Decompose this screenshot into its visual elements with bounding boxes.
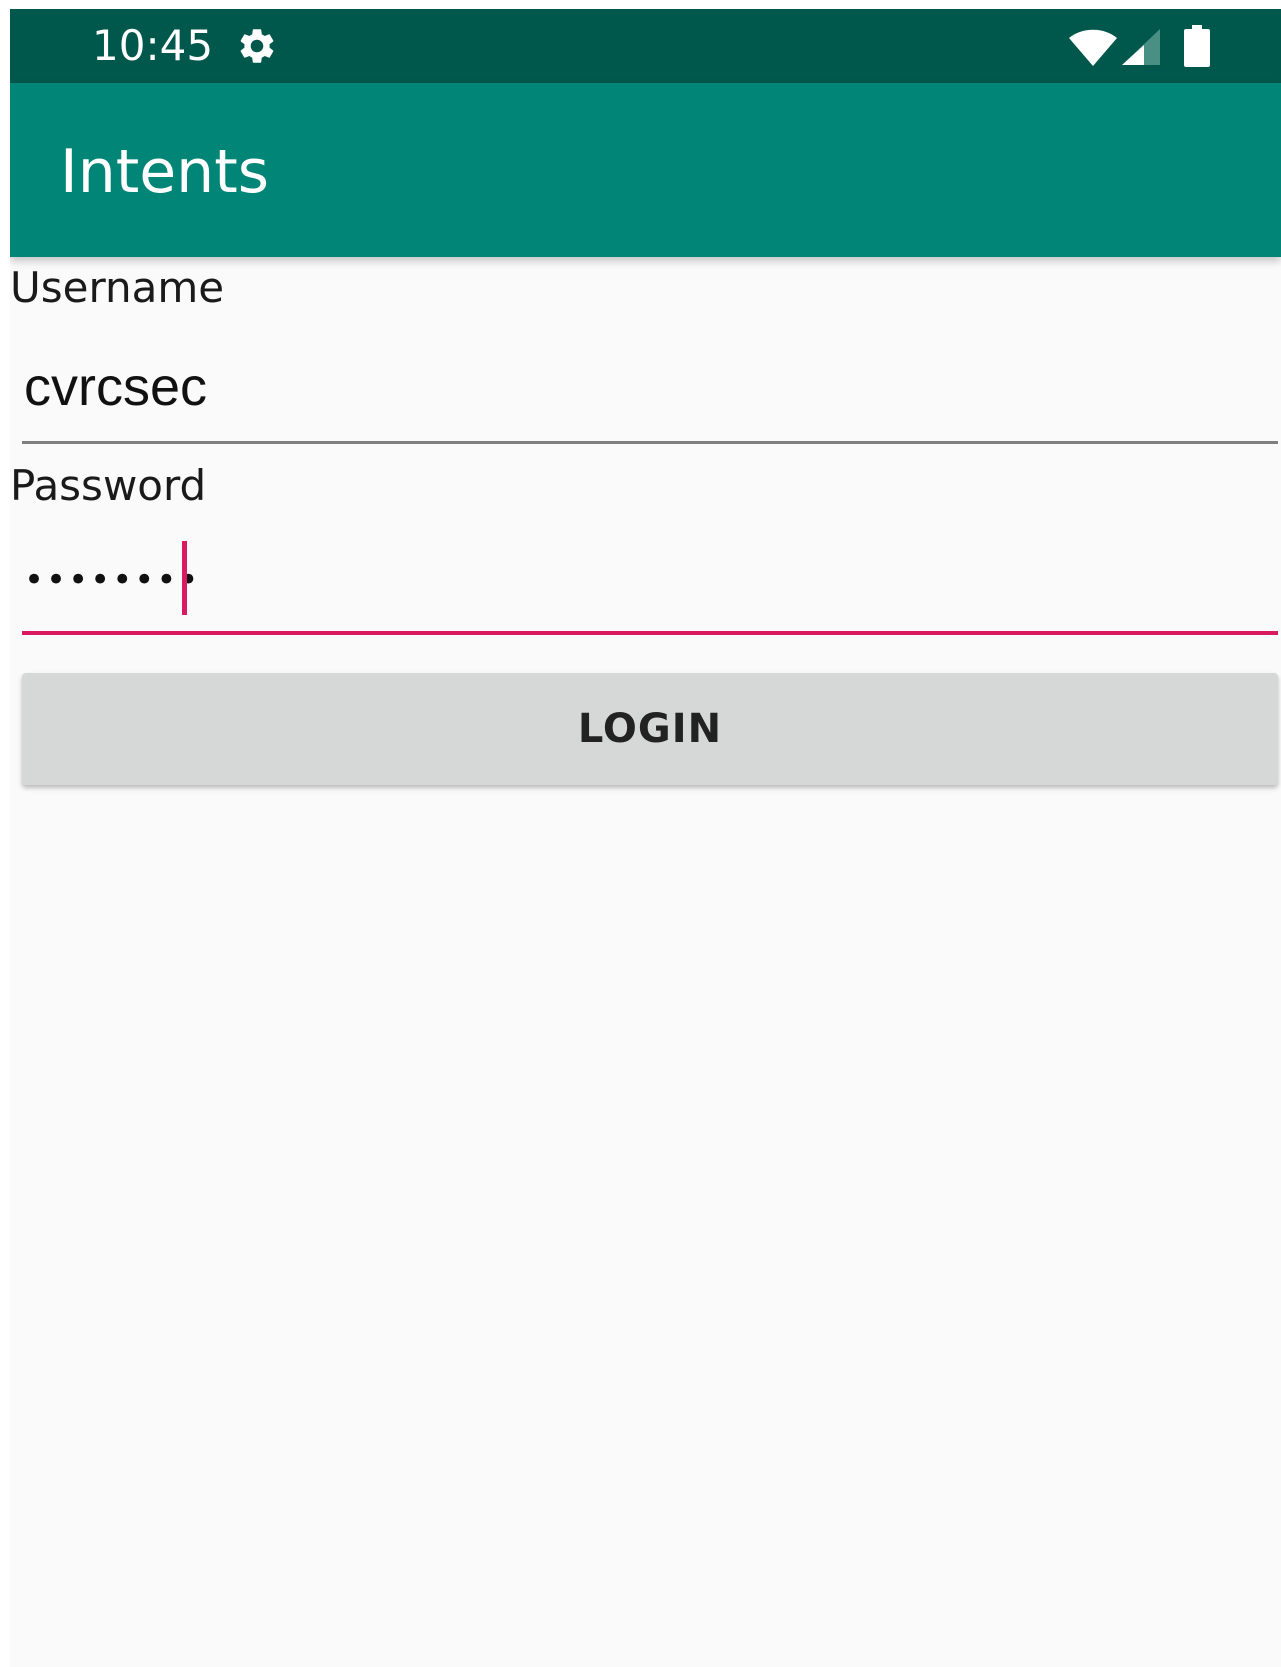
- login-button-label: LOGIN: [577, 706, 723, 752]
- username-value: cvrcsec: [24, 357, 208, 417]
- password-value: ••••••••: [24, 560, 201, 600]
- username-field[interactable]: cvrcsec: [22, 349, 1278, 444]
- app-title: Intents: [60, 137, 269, 207]
- text-cursor: [182, 541, 187, 615]
- password-label: Password: [10, 461, 207, 510]
- battery-icon: [1184, 25, 1210, 67]
- app-screen: 10:45 Intents Username cvrcsec Password …: [10, 9, 1281, 1667]
- password-field[interactable]: ••••••••: [22, 539, 1278, 635]
- status-bar: 10:45: [10, 9, 1281, 83]
- login-button[interactable]: LOGIN: [22, 673, 1278, 785]
- username-label: Username: [10, 263, 225, 312]
- wifi-icon: [1069, 29, 1117, 66]
- app-bar: Intents: [10, 83, 1281, 257]
- status-time: 10:45: [92, 21, 214, 70]
- gear-icon: [240, 29, 274, 63]
- cellular-signal-icon: [1122, 29, 1160, 65]
